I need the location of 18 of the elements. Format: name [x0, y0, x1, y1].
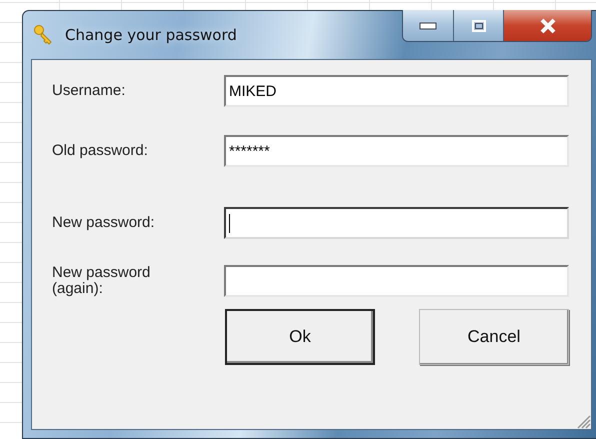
resize-grip-icon [575, 413, 591, 429]
minimize-icon [419, 22, 437, 30]
maximize-button[interactable] [453, 10, 503, 41]
text-field[interactable] [224, 265, 569, 297]
field-label: New password (again): [52, 265, 152, 297]
text-field[interactable]: ******* [224, 135, 569, 167]
field-label: Username: [52, 83, 126, 99]
ok-button[interactable]: Ok [225, 309, 375, 365]
close-button[interactable] [503, 10, 591, 41]
minimize-button[interactable] [403, 10, 453, 41]
field-label: Old password: [52, 143, 149, 159]
cancel-button[interactable]: Cancel [419, 309, 569, 365]
window-title: Change your password [65, 26, 238, 44]
close-icon [538, 18, 556, 34]
maximize-icon [472, 20, 486, 32]
text-field[interactable] [224, 207, 569, 239]
text-field[interactable]: MIKED [224, 75, 569, 107]
field-label: New password: [52, 215, 156, 231]
